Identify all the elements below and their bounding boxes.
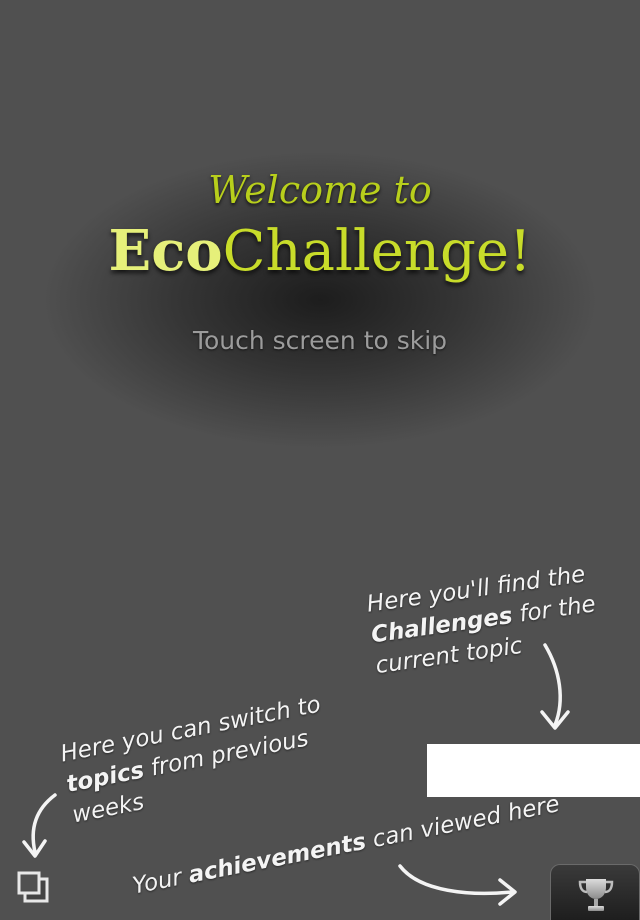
switch-topics-button[interactable] [16,870,50,904]
achievements-hint-before: Your [130,863,192,900]
topics-arrow [31,793,57,854]
topics-arrowhead [22,839,47,858]
achievements-arrowhead [498,878,517,906]
switch-topics-icon [17,871,49,903]
achievements-button[interactable] [550,864,640,920]
trophy-icon [578,879,614,911]
challenges-hint: Here you'll find the Challenges for the … [365,559,602,683]
skip-hint[interactable]: Touch screen to skip [0,326,640,355]
app-title-eco: Eco [108,218,223,284]
app-title-challenge: Challenge! [222,219,532,284]
welcome-text: Welcome to [208,168,432,212]
achievements-hint-after: can viewed here [363,791,562,855]
achievements-hint-bold: achievements [186,828,369,889]
challenges-bar[interactable] [427,744,640,797]
challenges-arrowhead [540,710,570,730]
topics-hint: Here you can switch to topics from previ… [58,690,335,832]
achievements-arrow [398,864,514,896]
app-title: EcoChallenge! [0,218,640,284]
